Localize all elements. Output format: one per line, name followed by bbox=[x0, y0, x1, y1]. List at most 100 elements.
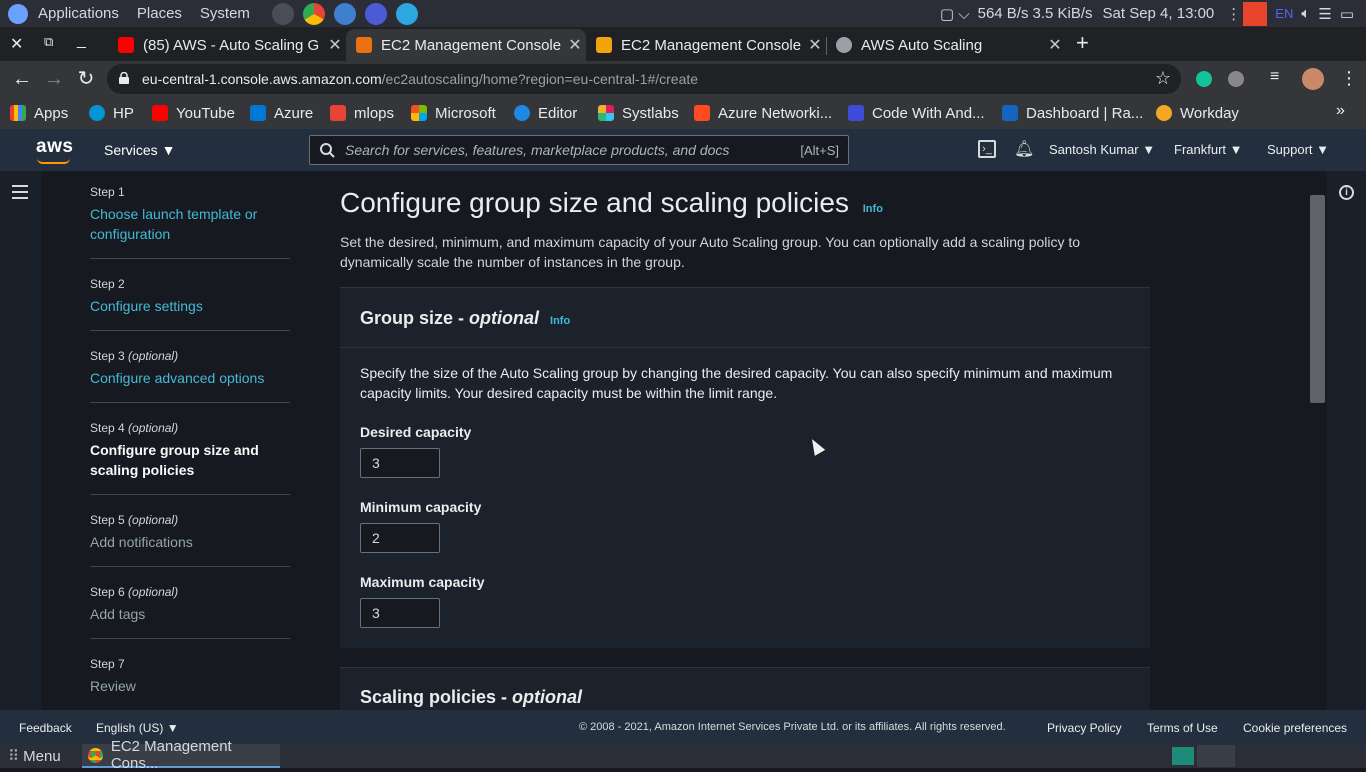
media-queue-icon[interactable]: ≡ bbox=[1270, 68, 1279, 86]
azure-icon bbox=[250, 105, 266, 121]
step-divider bbox=[90, 494, 290, 495]
app-tray-icon[interactable] bbox=[1243, 1, 1268, 26]
tab-ec2-console[interactable]: EC2 Management Console ✕ bbox=[586, 29, 826, 61]
desired-capacity-input[interactable] bbox=[360, 448, 440, 478]
minimum-capacity-input[interactable] bbox=[360, 523, 440, 553]
tab-ec2-console-active[interactable]: EC2 Management Console ✕ bbox=[346, 29, 586, 61]
bookmarks-overflow-icon[interactable]: » bbox=[1336, 102, 1345, 120]
tab-youtube[interactable]: (85) AWS - Auto Scaling G ✕ bbox=[108, 29, 346, 61]
step-link-configure-settings[interactable]: Configure settings bbox=[90, 296, 290, 316]
incognito-extension-icon[interactable] bbox=[1228, 71, 1244, 87]
bookmark-dashboard[interactable]: Dashboard | Ra... bbox=[1002, 102, 1143, 124]
language-selector[interactable]: English (US) ▼ bbox=[96, 721, 179, 735]
wizard-step-5: Step 5 (optional) Add notifications bbox=[90, 513, 290, 552]
help-panel-info-icon[interactable]: i bbox=[1339, 185, 1354, 200]
step-link-choose-launch-template[interactable]: Choose launch template or configuration bbox=[90, 204, 290, 244]
settings-tray-icon[interactable]: ☰ bbox=[1318, 5, 1331, 23]
close-tab-icon[interactable]: ✕ bbox=[804, 35, 826, 55]
privacy-policy-link[interactable]: Privacy Policy bbox=[1047, 721, 1122, 735]
youtube-icon bbox=[152, 105, 168, 121]
vscode-launcher-icon[interactable] bbox=[364, 2, 387, 25]
tab-aws-auto-scaling[interactable]: AWS Auto Scaling ✕ bbox=[826, 29, 1066, 61]
language-label: English (US) bbox=[96, 721, 164, 735]
clock[interactable]: Sat Sep 4, 13:00 bbox=[1103, 5, 1215, 22]
close-tab-icon[interactable]: ✕ bbox=[1044, 35, 1066, 55]
services-menu-button[interactable]: Services ▼ bbox=[104, 142, 175, 158]
network-icon[interactable]: ▢ ⌵ bbox=[940, 5, 970, 23]
back-icon[interactable]: ← bbox=[10, 67, 34, 91]
more-vert-icon[interactable]: ⋮ bbox=[1226, 5, 1241, 23]
aws-search-box[interactable]: [Alt+S] bbox=[309, 135, 849, 165]
terms-of-use-link[interactable]: Terms of Use bbox=[1147, 721, 1218, 735]
bookmark-apps[interactable]: Apps bbox=[10, 102, 68, 124]
page-info-link[interactable]: Info bbox=[863, 203, 883, 215]
bookmark-mlops[interactable]: mlops bbox=[330, 102, 394, 124]
os-menu-system[interactable]: System bbox=[200, 5, 250, 22]
os-menu-applications[interactable]: Applications bbox=[38, 5, 119, 22]
close-tab-icon[interactable]: ✕ bbox=[564, 35, 586, 55]
os-menu-places[interactable]: Places bbox=[137, 5, 182, 22]
workspace-1-icon[interactable] bbox=[1172, 747, 1194, 765]
page-title: Configure group size and scaling policie… bbox=[340, 187, 883, 219]
new-tab-icon[interactable]: + bbox=[1076, 30, 1089, 56]
bookmark-azure-networking[interactable]: Azure Networki... bbox=[694, 102, 832, 124]
address-bar[interactable]: eu-central-1.console.aws.amazon.com/ec2a… bbox=[107, 64, 1181, 94]
close-window-icon[interactable]: ✕ bbox=[10, 34, 23, 54]
app-launcher-icon[interactable] bbox=[333, 2, 356, 25]
close-tab-icon[interactable]: ✕ bbox=[324, 35, 346, 55]
minimize-window-icon[interactable]: _ bbox=[77, 32, 86, 50]
bookmark-editor[interactable]: Editor bbox=[514, 102, 577, 124]
aws-smile-logo bbox=[37, 158, 70, 164]
bookmark-hp[interactable]: HP bbox=[89, 102, 134, 124]
aws-favicon-icon bbox=[356, 37, 372, 53]
bookmark-star-icon[interactable]: ☆ bbox=[1155, 68, 1171, 89]
bookmark-azure[interactable]: Azure bbox=[250, 102, 313, 124]
chrome-launcher-icon[interactable] bbox=[302, 2, 325, 25]
maximum-capacity-input[interactable] bbox=[360, 598, 440, 628]
url-text[interactable]: eu-central-1.console.aws.amazon.com/ec2a… bbox=[142, 71, 698, 87]
step-number: Step 7 bbox=[90, 657, 125, 671]
step-number: Step 4 (optional) bbox=[90, 421, 179, 435]
terminal-launcher-icon[interactable] bbox=[271, 2, 294, 25]
os-logo-icon[interactable] bbox=[8, 3, 28, 24]
telegram-launcher-icon[interactable] bbox=[395, 2, 418, 25]
hamburger-menu-icon[interactable] bbox=[12, 185, 28, 203]
keyboard-layout[interactable]: EN bbox=[1275, 6, 1293, 21]
start-menu-label: Menu bbox=[23, 748, 61, 765]
wizard-step-7: Step 7 Review bbox=[90, 657, 290, 696]
step-link-configure-advanced-options[interactable]: Configure advanced options bbox=[90, 368, 290, 388]
cloudshell-icon[interactable]: ›_ bbox=[978, 140, 996, 158]
reload-icon[interactable]: ↻ bbox=[74, 67, 98, 91]
cookie-preferences-link[interactable]: Cookie preferences bbox=[1243, 721, 1347, 735]
os-top-panel: Applications Places System ▢ ⌵ 564 B/s 3… bbox=[0, 0, 1366, 27]
restore-window-icon[interactable]: ⧉ bbox=[44, 34, 53, 50]
user-menu[interactable]: Santosh Kumar ▼ bbox=[1049, 142, 1155, 157]
workspace-2-icon[interactable] bbox=[1197, 745, 1235, 767]
feedback-link[interactable]: Feedback bbox=[19, 721, 72, 735]
bookmark-label: Editor bbox=[538, 104, 578, 122]
aws-logo[interactable]: aws bbox=[36, 136, 73, 158]
support-menu[interactable]: Support ▼ bbox=[1267, 142, 1329, 157]
taskbar-window-ec2[interactable]: EC2 Management Cons... bbox=[82, 738, 280, 772]
bookmark-code-with-andrea[interactable]: Code With And... bbox=[848, 102, 985, 124]
bookmark-systlabs[interactable]: Systlabs bbox=[598, 102, 679, 124]
step-number: Step 3 (optional) bbox=[90, 349, 179, 363]
os-taskbar: ⠿ Menu ⋮ EC2 Management Cons... bbox=[0, 738, 1366, 772]
page-scrollbar[interactable] bbox=[1310, 195, 1325, 403]
chrome-menu-icon[interactable]: ⋮ bbox=[1340, 68, 1358, 89]
bookmark-workday[interactable]: Workday bbox=[1156, 102, 1239, 124]
grammarly-extension-icon[interactable] bbox=[1196, 71, 1212, 87]
profile-avatar[interactable] bbox=[1302, 68, 1324, 90]
search-input[interactable] bbox=[345, 142, 785, 158]
region-menu[interactable]: Frankfurt ▼ bbox=[1174, 142, 1243, 157]
forward-icon[interactable]: → bbox=[42, 67, 66, 91]
bookmark-microsoft[interactable]: Microsoft bbox=[411, 102, 496, 124]
region-name: Frankfurt bbox=[1174, 142, 1227, 157]
volume-icon[interactable]: 🔈︎ bbox=[1301, 5, 1310, 22]
bookmark-youtube[interactable]: YouTube bbox=[152, 102, 235, 124]
lock-icon[interactable] bbox=[118, 72, 130, 84]
notifications-bell-icon[interactable]: 🔔︎ bbox=[1014, 139, 1034, 159]
display-icon[interactable]: ▭ bbox=[1340, 5, 1354, 23]
group-size-info-link[interactable]: Info bbox=[550, 315, 570, 327]
os-start-menu[interactable]: ⠿ Menu bbox=[8, 747, 61, 765]
